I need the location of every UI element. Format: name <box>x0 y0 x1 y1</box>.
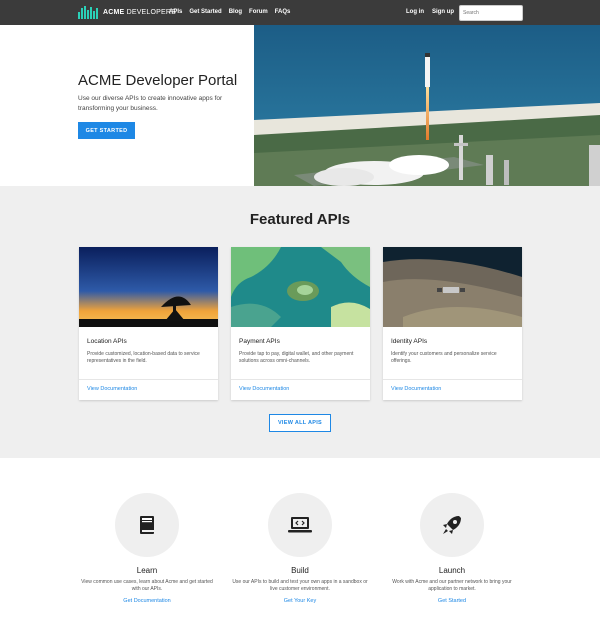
feature-description: Work with Acme and our partner network t… <box>392 579 512 592</box>
login-link[interactable]: Log in <box>406 9 424 15</box>
feature-title: Build <box>291 566 309 575</box>
view-documentation-link[interactable]: View Documentation <box>87 386 137 392</box>
card-title: Identity APIs <box>391 338 428 345</box>
feature-title: Launch <box>438 566 466 575</box>
get-your-key-link[interactable]: Get Your Key <box>230 598 370 604</box>
nav-link-forum[interactable]: Forum <box>249 9 268 15</box>
feature-build: Build Use our APIs to build and test you… <box>230 493 370 604</box>
view-documentation-link[interactable]: View Documentation <box>391 386 441 392</box>
primary-nav-links: APIs Get Started Blog Forum FAQs <box>169 9 290 15</box>
laptop-code-icon <box>268 493 332 557</box>
hero-title: ACME Developer Portal <box>78 72 238 89</box>
get-started-button[interactable]: GET STARTED <box>78 122 135 139</box>
feature-description: View common use cases, learn about Acme … <box>81 579 213 592</box>
featured-apis-title: Featured APIs <box>249 211 351 228</box>
get-started-link[interactable]: Get Started <box>382 598 522 604</box>
feature-learn: Learn View common use cases, learn about… <box>77 493 217 604</box>
nav-link-blog[interactable]: Blog <box>229 9 242 15</box>
api-card-location[interactable]: Location APIs Provide customized, locati… <box>79 247 218 400</box>
brand-logo[interactable]: ACME DEVELOPERS <box>78 6 176 19</box>
featured-apis-section: Featured APIs Location APIs Provide cust… <box>0 186 600 458</box>
api-card-identity[interactable]: Identity APIs Identify your customers an… <box>383 247 522 400</box>
card-description: Provide customized, location-based data … <box>87 351 200 364</box>
hero-section: ACME Developer Portal Use our diverse AP… <box>0 25 600 186</box>
feature-description: Use our APIs to build and test your own … <box>232 579 368 592</box>
view-documentation-link[interactable]: View Documentation <box>239 386 289 392</box>
api-card-payment[interactable]: Payment APIs Provide tap to pay, digital… <box>231 247 370 400</box>
get-documentation-link[interactable]: Get Documentation <box>77 598 217 604</box>
radio-telescope-image <box>79 247 218 327</box>
card-divider <box>383 379 522 380</box>
book-icon <box>115 493 179 557</box>
logo-bars-icon <box>78 6 98 19</box>
feature-launch: Launch Work with Acme and our partner ne… <box>382 493 522 604</box>
card-divider <box>231 379 370 380</box>
view-all-apis-button[interactable]: VIEW ALL APIS <box>269 414 331 432</box>
card-title: Payment APIs <box>239 338 280 345</box>
signup-link[interactable]: Sign up <box>432 9 454 15</box>
rocket-icon <box>420 493 484 557</box>
top-navigation-bar: ACME DEVELOPERS APIs Get Started Blog Fo… <box>0 0 600 25</box>
rocket-launch-image <box>254 25 600 186</box>
search-input[interactable] <box>459 5 523 21</box>
feature-title: Learn <box>136 566 158 575</box>
ocean-satellite-image <box>231 247 370 327</box>
hero-description: Use our diverse APIs to create innovativ… <box>78 95 223 112</box>
auth-links: Log in Sign up <box>406 9 454 15</box>
card-description: Identify your customers and personalize … <box>391 351 497 364</box>
brand-name: ACME DEVELOPERS <box>103 9 177 16</box>
nav-link-apis[interactable]: APIs <box>169 9 182 15</box>
nav-link-get-started[interactable]: Get Started <box>189 9 221 15</box>
nav-link-faqs[interactable]: FAQs <box>275 9 291 15</box>
card-divider <box>79 379 218 380</box>
card-title: Location APIs <box>87 338 127 345</box>
card-description: Provide tap to pay, digital wallet, and … <box>239 351 354 364</box>
satellite-orbit-image <box>383 247 522 327</box>
